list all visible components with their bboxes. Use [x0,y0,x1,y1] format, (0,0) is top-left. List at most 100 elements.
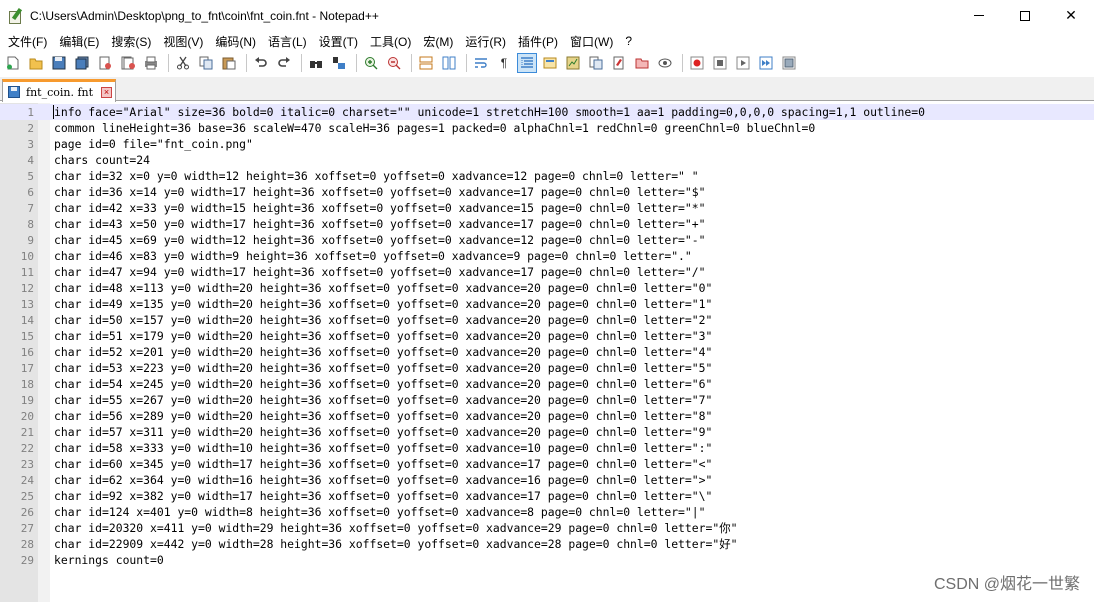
editor-line[interactable]: 28 char id=22909 x=442 y=0 width=28 heigh… [0,536,1094,552]
minimize-button[interactable] [956,0,1002,31]
word-wrap-button[interactable] [471,53,491,73]
editor-line[interactable]: 27 char id=20320 x=411 y=0 width=29 heigh… [0,520,1094,536]
play-macro-button[interactable] [733,53,753,73]
menu-run[interactable]: 运行(R) [461,33,514,50]
folder-button[interactable] [632,53,652,73]
print-button[interactable] [141,53,161,73]
editor-line[interactable]: 25 char id=92 x=382 y=0 width=17 height=3… [0,488,1094,504]
menu-settings[interactable]: 设置(T) [315,33,366,50]
zoom-out-button[interactable] [384,53,404,73]
doc-map-button[interactable] [563,53,583,73]
editor-line[interactable]: 5 char id=32 x=0 y=0 width=12 height=36 x… [0,168,1094,184]
editor-line[interactable]: 14 char id=50 x=157 y=0 width=20 height=3… [0,312,1094,328]
line-number: 26 [20,505,34,519]
editor-line[interactable]: 23 char id=60 x=345 y=0 width=17 height=3… [0,456,1094,472]
menu-search[interactable]: 搜索(S) [107,33,159,50]
function-list-button[interactable] [586,53,606,73]
open-file-button[interactable] [26,53,46,73]
editor-line[interactable]: 18 char id=54 x=245 y=0 width=20 height=3… [0,376,1094,392]
editor-line[interactable]: 1 info face="Arial" size=36 bold=0 italic… [0,104,1094,120]
editor-line[interactable]: 24 char id=62 x=364 y=0 width=16 height=3… [0,472,1094,488]
tab-close-icon[interactable]: × [101,86,113,98]
menu-help[interactable]: ? [621,34,640,48]
editor[interactable]: 1 info face="Arial" size=36 bold=0 italic… [0,103,1094,602]
editor-line[interactable]: 15 char id=51 x=179 y=0 width=20 height=3… [0,328,1094,344]
menu-language[interactable]: 语言(L) [264,33,315,50]
indent-guide-button[interactable] [517,53,537,73]
close-all-button[interactable] [118,53,138,73]
close-window-button[interactable]: ✕ [1048,0,1094,31]
editor-line[interactable]: 19 char id=55 x=267 y=0 width=20 height=3… [0,392,1094,408]
save-button[interactable] [49,53,69,73]
line-number: 3 [27,137,34,151]
editor-line[interactable]: 4 chars count=24 [0,152,1094,168]
folder-workspace-button[interactable] [609,53,629,73]
menu-edit[interactable]: 编辑(E) [55,33,107,50]
eye-icon [658,58,672,68]
undo-button[interactable] [251,53,271,73]
editor-line[interactable]: 26 char id=124 x=401 y=0 width=8 height=3… [0,504,1094,520]
run-macro-multiple-button[interactable] [756,53,776,73]
editor-line[interactable]: 9 char id=45 x=69 y=0 width=12 height=36 … [0,232,1094,248]
play-macro-icon [736,56,750,70]
paste-button[interactable] [219,53,239,73]
line-text: char id=22909 x=442 y=0 width=28 height=… [54,537,738,551]
save-all-button[interactable] [72,53,92,73]
zoom-in-button[interactable] [361,53,381,73]
sync-horizontal-button[interactable] [439,53,459,73]
save-macro-button[interactable] [779,53,799,73]
line-number: 4 [27,153,34,167]
line-number: 25 [20,489,34,503]
stop-record-button[interactable] [710,53,730,73]
toolbar-separator [356,54,357,72]
editor-line[interactable]: 8 char id=43 x=50 y=0 width=17 height=36 … [0,216,1094,232]
editor-line[interactable]: 21 char id=57 x=311 y=0 width=20 height=3… [0,424,1094,440]
editor-line[interactable]: 10 char id=46 x=83 y=0 width=9 height=36 … [0,248,1094,264]
editor-line[interactable]: 11 char id=47 x=94 y=0 width=17 height=36… [0,264,1094,280]
sync-vertical-button[interactable] [416,53,436,73]
find-button[interactable] [306,53,326,73]
editor-line[interactable]: 3 page id=0 file="fnt_coin.png" [0,136,1094,152]
replace-button[interactable] [329,53,349,73]
menu-view[interactable]: 视图(V) [159,33,211,50]
cut-button[interactable] [173,53,193,73]
editor-line[interactable]: 16 char id=52 x=201 y=0 width=20 height=3… [0,344,1094,360]
menu-macro[interactable]: 宏(M) [419,33,461,50]
menu-file[interactable]: 文件(F) [4,33,55,50]
close-button[interactable] [95,53,115,73]
line-text: char id=47 x=94 y=0 width=17 height=36 x… [54,265,706,279]
save-macro-icon [782,56,796,70]
menu-window[interactable]: 窗口(W) [566,33,621,50]
maximize-button[interactable] [1002,0,1048,31]
line-text: char id=54 x=245 y=0 width=20 height=36 … [54,377,713,391]
line-number: 22 [20,441,34,455]
udl-button[interactable] [540,53,560,73]
line-number: 12 [20,281,34,295]
editor-line[interactable]: 22 char id=58 x=333 y=0 width=10 height=3… [0,440,1094,456]
line-number: 14 [20,313,34,327]
window-title: C:\Users\Admin\Desktop\png_to_fnt\coin\f… [30,8,379,23]
tab-fnt-coin[interactable]: fnt_coin. fnt × [2,79,116,102]
editor-line[interactable]: 12 char id=48 x=113 y=0 width=20 height=3… [0,280,1094,296]
editor-line[interactable]: 29 kernings count=0 [0,552,1094,568]
line-number: 11 [20,265,34,279]
menu-tools[interactable]: 工具(O) [366,33,419,50]
monitoring-button[interactable] [655,53,675,73]
editor-line[interactable]: 17 char id=53 x=223 y=0 width=20 height=3… [0,360,1094,376]
new-file-button[interactable] [3,53,23,73]
doc-map-icon [566,56,580,70]
toolbar-separator [682,54,683,72]
menu-encoding[interactable]: 编码(N) [211,33,264,50]
show-all-chars-button[interactable]: ¶ [494,53,514,73]
editor-line[interactable]: 7 char id=42 x=33 y=0 width=15 height=36 … [0,200,1094,216]
editor-line[interactable]: 2 common lineHeight=36 base=36 scaleW=470… [0,120,1094,136]
redo-button[interactable] [274,53,294,73]
new-file-icon [7,56,19,70]
record-macro-button[interactable] [687,53,707,73]
menu-plugins[interactable]: 插件(P) [514,33,566,50]
editor-line[interactable]: 20 char id=56 x=289 y=0 width=20 height=3… [0,408,1094,424]
editor-line[interactable]: 6 char id=36 x=14 y=0 width=17 height=36 … [0,184,1094,200]
editor-line[interactable]: 13 char id=49 x=135 y=0 width=20 height=3… [0,296,1094,312]
line-text: char id=55 x=267 y=0 width=20 height=36 … [54,393,713,407]
copy-button[interactable] [196,53,216,73]
